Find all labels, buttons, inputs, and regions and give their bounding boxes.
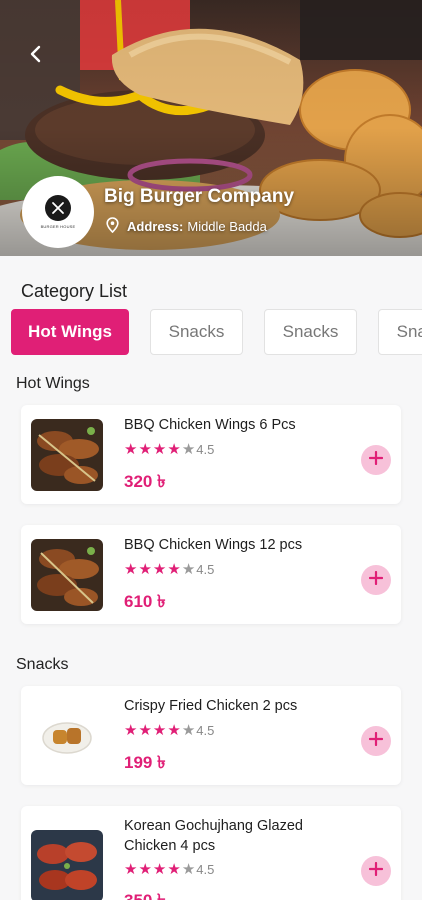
star-icon: ★ [152, 441, 167, 458]
item-image [31, 419, 103, 491]
star-icon: ★ [138, 561, 152, 578]
star-icon: ★ [152, 861, 167, 878]
add-to-cart-button[interactable] [361, 445, 391, 475]
star-icon: ★ [167, 722, 181, 739]
location-pin-icon [106, 217, 119, 236]
add-to-cart-button[interactable] [361, 726, 391, 756]
item-rating: ★ ★ ★ ★ ★ 4.5 [124, 440, 214, 458]
menu-item-card[interactable]: Crispy Fried Chicken 2 pcs ★ ★ ★ ★ ★ 4.5 199… [21, 686, 401, 785]
star-icon: ★ [181, 861, 196, 878]
star-icon: ★ [138, 441, 152, 458]
star-icon: ★ [181, 441, 196, 458]
menu-item-card[interactable]: BBQ Chicken Wings 12 pcs ★ ★ ★ ★ ★ 4.5 610 ৳ [21, 525, 401, 624]
star-icon: ★ [167, 861, 181, 878]
star-icon: ★ [124, 441, 138, 458]
logo-text: BURGER HOUSE [40, 224, 76, 229]
category-chip-snacks-2[interactable]: Snacks [264, 309, 357, 355]
menu-item-card[interactable]: Korean Gochujhang Glazed Chicken 4 pcs ★… [21, 806, 401, 900]
star-icon: ★ [167, 441, 181, 458]
item-rating: ★ ★ ★ ★ ★ 4.5 [124, 560, 214, 578]
chip-label: Snacks [282, 322, 339, 341]
chip-label: Hot Wings [28, 322, 112, 341]
category-chip-snacks-3[interactable]: Snacks [378, 309, 422, 355]
star-icon: ★ [124, 561, 138, 578]
add-to-cart-button[interactable] [361, 565, 391, 595]
chip-label: Snacks [168, 322, 225, 341]
star-icon: ★ [138, 861, 152, 878]
category-chip-snacks[interactable]: Snacks [150, 309, 243, 355]
chip-label: Snacks [396, 322, 422, 341]
star-icon: ★ [138, 722, 152, 739]
section-title-snacks: Snacks [16, 656, 69, 673]
rating-value: 4.5 [196, 441, 215, 457]
plus-icon [368, 570, 384, 590]
store-address: Address: Middle Badda [106, 217, 267, 236]
plus-icon [368, 450, 384, 470]
category-chip-hot-wings[interactable]: Hot Wings [11, 309, 129, 355]
item-name: BBQ Chicken Wings 6 Pcs [124, 417, 296, 433]
star-icon: ★ [152, 561, 167, 578]
back-arrow-icon [26, 44, 46, 69]
menu-item-card[interactable]: BBQ Chicken Wings 6 Pcs ★ ★ ★ ★ ★ 4.5 320 ৳ [21, 405, 401, 504]
rating-value: 4.5 [196, 861, 215, 877]
store-logo: BURGER HOUSE [22, 176, 94, 248]
store-banner: BURGER HOUSE Big Burger Company Address:… [0, 0, 422, 256]
item-name: Crispy Fried Chicken 2 pcs [124, 698, 298, 714]
item-rating: ★ ★ ★ ★ ★ 4.5 [124, 721, 214, 739]
address-value: Middle Badda [187, 219, 267, 234]
item-image [31, 700, 103, 772]
item-image [31, 539, 103, 611]
cutlery-icon [45, 195, 71, 221]
item-price: 350 ৳ [124, 888, 166, 900]
add-to-cart-button[interactable] [361, 856, 391, 886]
item-name: BBQ Chicken Wings 12 pcs [124, 537, 303, 553]
category-list-title: Category List [21, 281, 128, 301]
star-icon: ★ [124, 861, 138, 878]
item-price: 320 ৳ [124, 472, 166, 491]
item-rating: ★ ★ ★ ★ ★ 4.5 [124, 860, 214, 878]
star-icon: ★ [167, 561, 181, 578]
back-button[interactable] [18, 38, 54, 74]
store-name: Big Burger Company [104, 186, 295, 207]
plus-icon [368, 861, 384, 881]
item-price: 610 ৳ [124, 592, 166, 611]
category-chip-row[interactable]: Hot Wings Snacks Snacks Snacks [11, 309, 422, 357]
rating-value: 4.5 [196, 561, 215, 577]
rating-value: 4.5 [196, 722, 215, 738]
plus-icon [368, 731, 384, 751]
address-label: Address: [127, 219, 184, 234]
item-name: Korean Gochujhang Glazed Chicken 4 pcs [124, 818, 303, 854]
star-icon: ★ [124, 722, 138, 739]
star-icon: ★ [152, 722, 167, 739]
star-icon: ★ [181, 722, 196, 739]
item-image [31, 830, 103, 900]
section-title-hot-wings: Hot Wings [16, 375, 90, 392]
star-icon: ★ [181, 561, 196, 578]
item-price: 199 ৳ [124, 753, 166, 772]
